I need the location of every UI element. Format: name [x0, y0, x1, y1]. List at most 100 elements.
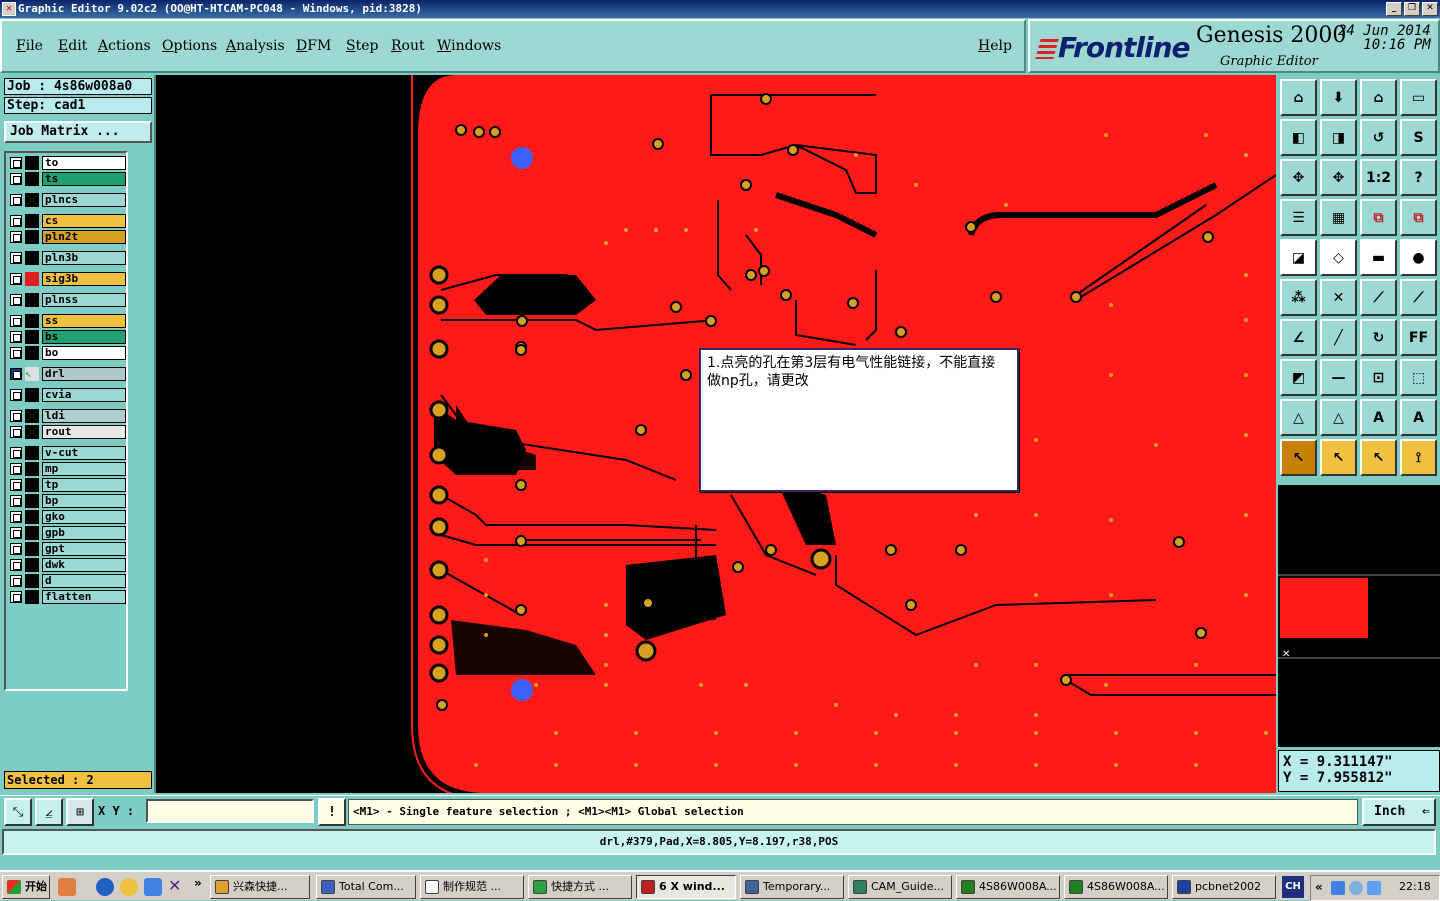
- menu-edit[interactable]: Edit: [58, 38, 87, 54]
- minimize-button[interactable]: _: [1386, 2, 1402, 16]
- app-x-icon[interactable]: ✕: [2, 2, 16, 16]
- layer-color-swatch[interactable]: [25, 542, 39, 556]
- select-arrow-icon[interactable]: ↖: [1280, 439, 1317, 476]
- start-button[interactable]: 开始: [2, 875, 50, 899]
- job-matrix-button[interactable]: Job Matrix ...: [4, 121, 152, 143]
- layer-name[interactable]: plncs: [42, 193, 126, 207]
- taskbar-item[interactable]: 6 X wind...: [636, 875, 736, 899]
- layer-color-swatch[interactable]: [25, 590, 39, 604]
- route-icon[interactable]: ⟟: [1400, 439, 1437, 476]
- triangle3-icon[interactable]: A: [1360, 399, 1397, 436]
- layer-color-swatch[interactable]: ↖: [25, 367, 39, 381]
- layer-checkbox[interactable]: [10, 368, 22, 380]
- help-icon[interactable]: ?: [1400, 159, 1437, 196]
- diagonal-icon[interactable]: ╱: [1320, 319, 1357, 356]
- layer-name[interactable]: gko: [42, 510, 126, 524]
- layer-name[interactable]: flatten: [42, 590, 126, 604]
- graphic-canvas[interactable]: 1.点亮的孔在第3层有电气性能链接，不能直接做np孔，请更改: [156, 75, 1276, 793]
- layer-row-tp[interactable]: tp: [8, 478, 126, 492]
- layer-color-swatch[interactable]: [25, 172, 39, 186]
- layer-row-ts[interactable]: ts: [8, 172, 126, 186]
- layer-checkbox[interactable]: [10, 511, 22, 523]
- pan-left-icon[interactable]: ◧: [1280, 119, 1317, 156]
- layers-icon[interactable]: ☰: [1280, 199, 1317, 236]
- angle-icon[interactable]: ∠: [1280, 319, 1317, 356]
- layer-checkbox[interactable]: [10, 543, 22, 555]
- layer-color-swatch[interactable]: [25, 330, 39, 344]
- more-icon[interactable]: »: [194, 876, 202, 890]
- dot-icon[interactable]: ●: [1400, 239, 1437, 276]
- ruler-icon[interactable]: ▬: [1360, 239, 1397, 276]
- fit-all-icon[interactable]: ✥: [1320, 159, 1357, 196]
- layer-name[interactable]: cvia: [42, 388, 126, 402]
- layer-row-sig3b[interactable]: sig3b: [8, 272, 126, 286]
- scale-1-2-icon[interactable]: 1:2: [1360, 159, 1397, 196]
- language-indicator[interactable]: CH: [1282, 876, 1304, 898]
- taskbar-item[interactable]: CAM_Guide...: [848, 875, 952, 899]
- xy-input[interactable]: [146, 799, 314, 823]
- menu-actions[interactable]: Actions: [98, 38, 151, 54]
- note-popup[interactable]: 1.点亮的孔在第3层有电气性能链接，不能直接做np孔，请更改: [699, 348, 1019, 492]
- maximize-button[interactable]: ❐: [1404, 2, 1420, 16]
- layer-row-ldi[interactable]: ldi: [8, 409, 126, 423]
- layer-row-pln2t[interactable]: pln2t: [8, 230, 126, 244]
- layer-checkbox[interactable]: [10, 591, 22, 603]
- layer-checkbox[interactable]: [10, 331, 22, 343]
- layer-checkbox[interactable]: [10, 389, 22, 401]
- layer-name[interactable]: sig3b: [42, 272, 126, 286]
- layer-row-pln3b[interactable]: pln3b: [8, 251, 126, 265]
- layer-row-gko[interactable]: gko: [8, 510, 126, 524]
- panel-icon[interactable]: ▭: [1400, 79, 1437, 116]
- layer-checkbox[interactable]: [10, 447, 22, 459]
- layer-row-dwk[interactable]: dwk: [8, 558, 126, 572]
- snake-icon[interactable]: S: [1400, 119, 1437, 156]
- tray-app-icon[interactable]: [1349, 881, 1363, 895]
- layer-checkbox[interactable]: [10, 231, 22, 243]
- menu-step[interactable]: Step: [346, 38, 378, 54]
- layer-color-swatch[interactable]: [25, 409, 39, 423]
- taskbar-item[interactable]: Temporary...: [740, 875, 844, 899]
- layer-name[interactable]: pln2t: [42, 230, 126, 244]
- overview-map[interactable]: ✕: [1278, 485, 1440, 747]
- layer-row-rout[interactable]: rout: [8, 425, 126, 439]
- line-pad2-icon[interactable]: ⟋: [1400, 279, 1437, 316]
- layer-color-swatch[interactable]: [25, 462, 39, 476]
- alert-icon[interactable]: !: [318, 798, 346, 826]
- fit-icon[interactable]: ✥: [1280, 159, 1317, 196]
- menu-windows[interactable]: Windows: [437, 38, 501, 54]
- layer-name[interactable]: rout: [42, 425, 126, 439]
- layer-row-v-cut[interactable]: v-cut: [8, 446, 126, 460]
- measure-icon[interactable]: ⦤: [35, 798, 63, 826]
- pad-select-icon[interactable]: ◩: [1280, 359, 1317, 396]
- layer-row-gpb[interactable]: gpb: [8, 526, 126, 540]
- layer-name[interactable]: ts: [42, 172, 126, 186]
- layer-checkbox[interactable]: [10, 194, 22, 206]
- triangle-icon[interactable]: △: [1280, 399, 1317, 436]
- layer-name[interactable]: to: [42, 156, 126, 170]
- layer-row-gpt[interactable]: gpt: [8, 542, 126, 556]
- save-icon[interactable]: ⬇: [1320, 79, 1357, 116]
- layer-color-swatch[interactable]: [25, 314, 39, 328]
- layer-name[interactable]: d: [42, 574, 126, 588]
- layer-checkbox[interactable]: [10, 463, 22, 475]
- layer-name[interactable]: pln3b: [42, 251, 126, 265]
- layer-color-swatch[interactable]: [25, 526, 39, 540]
- layer-color-swatch[interactable]: [25, 346, 39, 360]
- cross-icon[interactable]: ✕: [1320, 279, 1357, 316]
- add-pad-icon[interactable]: ◪: [1280, 239, 1317, 276]
- layer-checkbox[interactable]: [10, 347, 22, 359]
- group-icon[interactable]: ⬚: [1400, 359, 1437, 396]
- arc-icon[interactable]: ↻: [1360, 319, 1397, 356]
- layer-name[interactable]: bo: [42, 346, 126, 360]
- highlighted-pad[interactable]: [511, 679, 533, 701]
- layer-row-plnss[interactable]: plnss: [8, 293, 126, 307]
- layer-row-cvia[interactable]: cvia: [8, 388, 126, 402]
- home-top-icon[interactable]: ⌂: [1280, 79, 1317, 116]
- layer-checkbox[interactable]: [10, 315, 22, 327]
- pan-right-icon[interactable]: ◨: [1320, 119, 1357, 156]
- layer-checkbox[interactable]: [10, 294, 22, 306]
- layer-checkbox[interactable]: [10, 273, 22, 285]
- layer-name[interactable]: ss: [42, 314, 126, 328]
- layer-color-swatch[interactable]: [25, 156, 39, 170]
- layer-row-cs[interactable]: cs: [8, 214, 126, 228]
